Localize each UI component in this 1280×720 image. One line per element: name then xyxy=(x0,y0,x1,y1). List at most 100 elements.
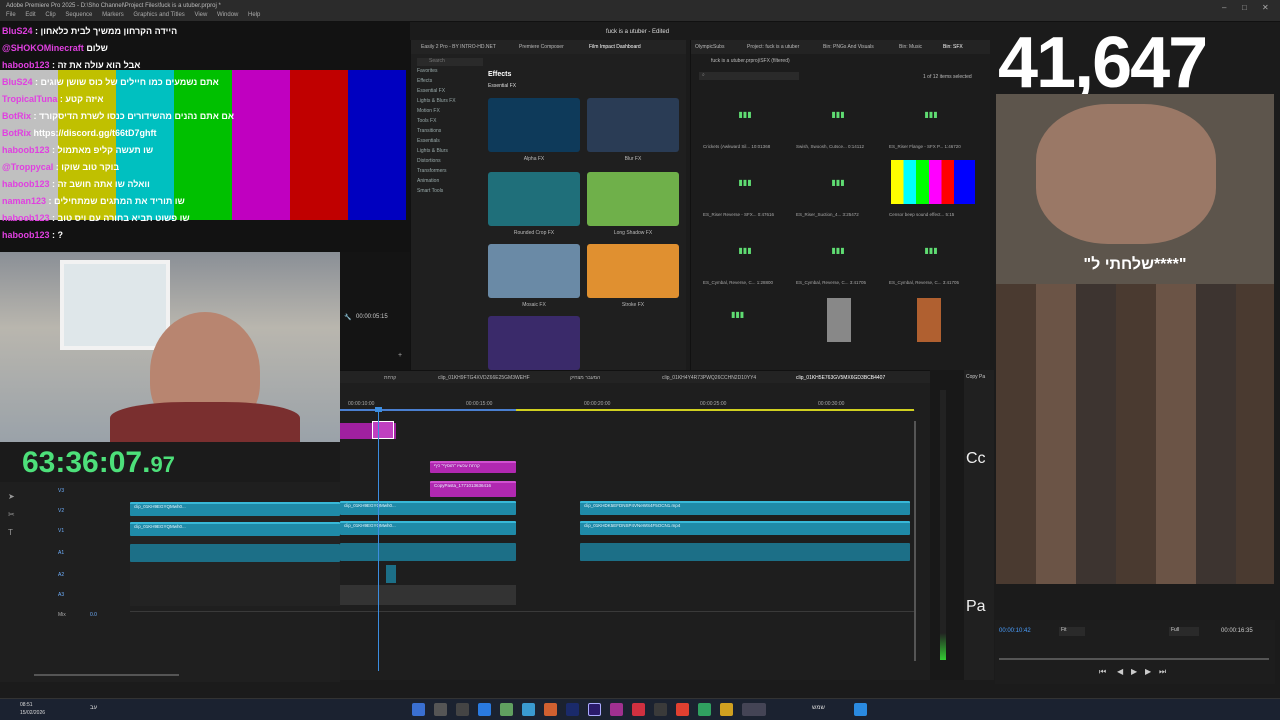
taskbar-app-icon[interactable] xyxy=(566,703,579,716)
taskbar-lang[interactable]: עב xyxy=(90,705,97,711)
premiere-taskbar-icon[interactable] xyxy=(588,703,601,716)
effects-sidebar-item[interactable]: Motion FX xyxy=(417,108,487,118)
taskbar-app-icon[interactable] xyxy=(522,703,535,716)
text-clip[interactable]: קרחת עכשיו "תוסיף" כיף xyxy=(430,461,516,473)
tab-seq-4[interactable]: clip_01KH4Y4R73PWQ26CCHN2D10YY4 xyxy=(662,375,756,381)
waveform-icon[interactable]: ▮▮▮ xyxy=(731,240,759,262)
track-mix[interactable]: Mix xyxy=(58,612,66,618)
bin-thumbnail[interactable] xyxy=(917,298,941,342)
maximize-icon[interactable]: □ xyxy=(1242,3,1247,12)
waveform-icon[interactable]: ▮▮▮ xyxy=(731,310,759,330)
menu-file[interactable]: File xyxy=(6,12,16,18)
tab-olympicsubs[interactable]: OlympicSubs xyxy=(695,44,724,50)
taskbar-app-icon[interactable] xyxy=(610,703,623,716)
audio-clip[interactable] xyxy=(340,543,516,561)
effects-sidebar-item[interactable]: Lights & Blurs xyxy=(417,148,487,158)
taskbar-app-icon[interactable] xyxy=(676,703,689,716)
effects-sidebar-item[interactable]: Essentials xyxy=(417,138,487,148)
effect-thumbnail[interactable] xyxy=(488,98,580,152)
track-a3[interactable]: A3 xyxy=(58,592,64,598)
effect-thumbnail[interactable] xyxy=(587,172,679,226)
graphic-clip-selected[interactable] xyxy=(372,421,394,439)
video-clip[interactable]: clip_01KH9EGYQMwh0... xyxy=(130,522,340,536)
tab-bin-sfx[interactable]: Bin: SFX xyxy=(943,44,963,50)
razor-tool-icon[interactable]: ✂ xyxy=(8,510,15,519)
zoom-select[interactable]: Fit xyxy=(1059,627,1085,636)
tab-premiere-composer[interactable]: Premiere Composer xyxy=(519,44,564,50)
taskbar-app-icon[interactable] xyxy=(742,703,766,716)
effects-sidebar-item[interactable]: Transitions xyxy=(417,128,487,138)
track-v1[interactable]: V1 xyxy=(58,528,64,534)
effects-search[interactable]: Search xyxy=(417,58,483,66)
tab-easily2pro[interactable]: Easily 2 Pro - BY INTRO-HD.NET xyxy=(421,44,496,50)
step-forward-icon[interactable]: ⏭ xyxy=(1159,667,1166,677)
audio-clip[interactable] xyxy=(130,544,340,562)
vertical-scrollbar[interactable] xyxy=(914,421,916,661)
playhead[interactable] xyxy=(378,409,379,671)
close-icon[interactable]: ✕ xyxy=(1262,3,1269,12)
type-tool-icon[interactable]: T xyxy=(8,528,13,537)
taskbar-app-icon[interactable] xyxy=(456,703,469,716)
menu-edit[interactable]: Edit xyxy=(25,12,35,18)
waveform-icon[interactable]: ▮▮▮ xyxy=(731,172,759,194)
taskbar-app-icon[interactable] xyxy=(544,703,557,716)
tab-seq-2[interactable]: clip_01KH9FTG4XVDZ66E25GM3WEHF xyxy=(438,375,530,381)
effect-thumbnail[interactable] xyxy=(488,172,580,226)
add-icon[interactable]: + xyxy=(398,352,402,359)
video-clip[interactable]: clip_01KH9EGYQMwh0... xyxy=(340,501,516,515)
program-scrubber[interactable] xyxy=(999,658,1269,660)
menu-window[interactable]: Window xyxy=(217,12,238,18)
windows-start-icon[interactable] xyxy=(854,703,867,716)
waveform-icon[interactable]: ▮▮▮ xyxy=(917,104,945,126)
video-clip[interactable]: clip_01KHDK5EFDNSP4VNeWS4F5OCN1.mp4 xyxy=(580,501,910,515)
menu-view[interactable]: View xyxy=(194,12,207,18)
effects-sidebar-item[interactable]: Tools FX xyxy=(417,118,487,128)
selection-tool-icon[interactable]: ➤ xyxy=(8,492,15,501)
taskbar-app-icon[interactable] xyxy=(500,703,513,716)
effects-sidebar-item[interactable]: Transformers xyxy=(417,168,487,178)
taskbar-app-icon[interactable] xyxy=(720,703,733,716)
tab-project[interactable]: Project: fuck is a utuber xyxy=(747,44,799,50)
frame-forward-icon[interactable]: ▶ xyxy=(1145,667,1151,676)
audio-clip-small[interactable] xyxy=(386,565,396,583)
effects-sidebar-item[interactable]: Smart Tools xyxy=(417,188,487,198)
effect-thumbnail[interactable] xyxy=(488,244,580,298)
play-icon[interactable]: ▶ xyxy=(1131,667,1137,676)
taskbar-app-icon[interactable] xyxy=(478,703,491,716)
effects-sidebar-item[interactable]: Effects xyxy=(417,78,487,88)
effect-thumbnail[interactable] xyxy=(488,316,580,370)
taskbar-app-icon[interactable] xyxy=(434,703,447,716)
time-ruler[interactable]: 00:00:10:00 00:00:15:00 00:00:20:00 00:0… xyxy=(340,399,915,411)
effects-sidebar-item[interactable]: Essential FX xyxy=(417,88,487,98)
waveform-icon[interactable]: ▮▮▮ xyxy=(824,104,852,126)
effect-thumbnail[interactable] xyxy=(587,98,679,152)
wrench-icon[interactable]: 🔧 xyxy=(344,314,351,321)
waveform-icon[interactable]: ▮▮▮ xyxy=(917,240,945,262)
effects-sidebar-item[interactable]: Favorites xyxy=(417,68,487,78)
taskbar-app-icon[interactable] xyxy=(654,703,667,716)
effects-sidebar-item[interactable]: Distortions xyxy=(417,158,487,168)
playhead-handle[interactable] xyxy=(375,407,382,412)
menu-sequence[interactable]: Sequence xyxy=(65,12,92,18)
waveform-icon[interactable]: ▮▮▮ xyxy=(731,104,759,126)
resolution-select[interactable]: Full xyxy=(1169,627,1199,636)
text-clip[interactable]: CopyPasta_1771013636416 xyxy=(430,481,516,497)
minimize-icon[interactable]: – xyxy=(1222,3,1226,12)
mix-value[interactable]: 0.0 xyxy=(90,612,97,618)
frame-back-icon[interactable]: ◀ xyxy=(1117,667,1123,676)
tab-film-impact[interactable]: Film Impact Dashboard xyxy=(589,44,641,50)
menu-markers[interactable]: Markers xyxy=(102,12,124,18)
taskbar-app-icon[interactable] xyxy=(632,703,645,716)
bin-search-input[interactable]: ⌕ xyxy=(699,72,799,80)
tab-bin-music[interactable]: Bin: Music xyxy=(899,44,922,50)
menu-graphics[interactable]: Graphics and Titles xyxy=(133,12,184,18)
tab-seq-5[interactable]: clip_01KH5E763GV5MX6GD3BCB4407 xyxy=(796,375,885,381)
tab-seq-3[interactable]: המעבר מצחיק xyxy=(570,375,600,381)
bin-thumbnail[interactable] xyxy=(827,298,851,342)
effect-thumbnail[interactable] xyxy=(587,244,679,298)
video-clip[interactable]: clip_01KH9EGYQMwh0... xyxy=(340,521,516,535)
track-v3[interactable]: V3 xyxy=(58,488,64,494)
tab-seq-1[interactable]: קרחת xyxy=(384,375,396,381)
step-back-icon[interactable]: ⏮ xyxy=(1099,667,1106,677)
video-clip[interactable]: clip_01KH9EGYQMwh0... xyxy=(130,502,340,516)
